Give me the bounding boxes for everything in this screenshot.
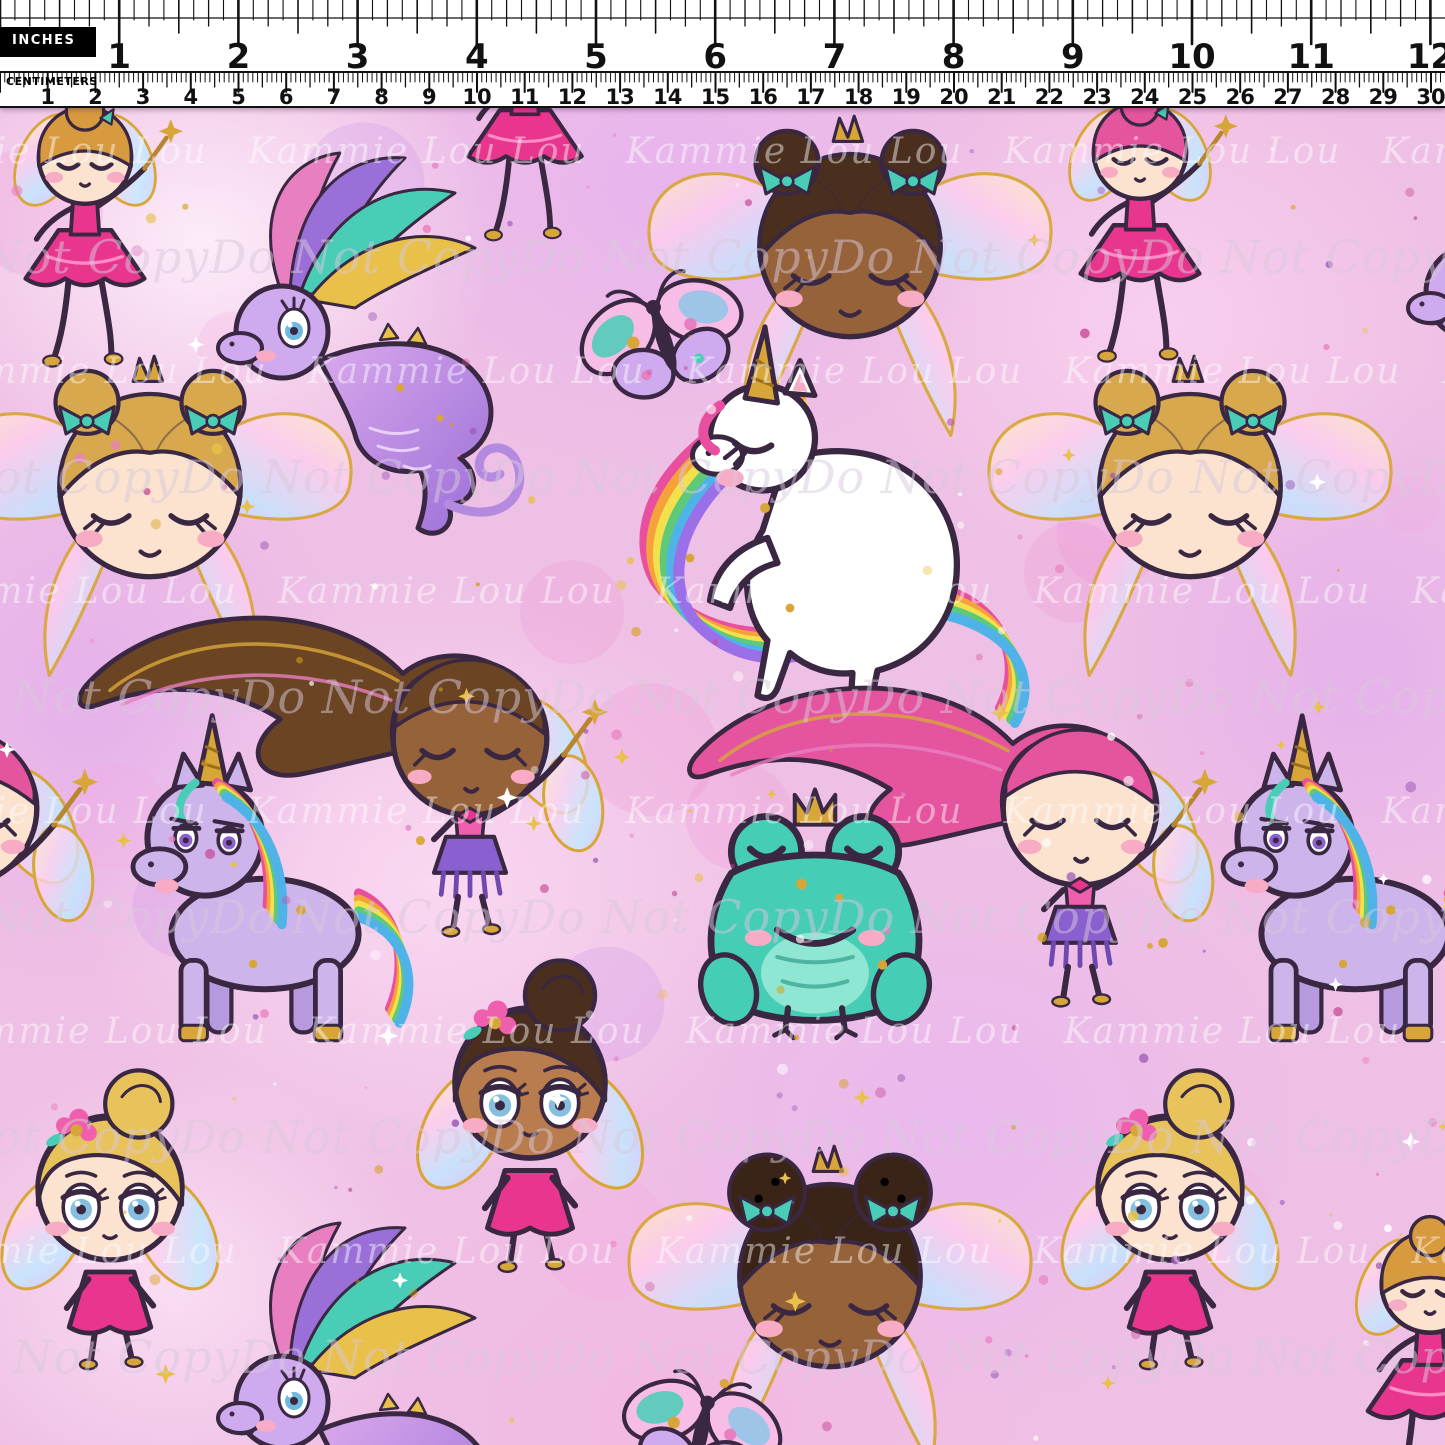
fabric-pattern: Kammie Lou Lou Kammie Lou Lou Kammie Lou… — [0, 108, 1445, 1445]
pony-unicorn-right-edge — [1223, 716, 1445, 1041]
svg-text:Do Not CopyDo Not CopyDo Not C: Do Not CopyDo Not CopyDo Not CopyDo Not … — [0, 450, 1445, 504]
svg-text:2: 2 — [88, 85, 103, 108]
svg-text:26: 26 — [1226, 85, 1255, 108]
svg-text:6: 6 — [279, 85, 294, 108]
svg-text:8: 8 — [374, 85, 389, 108]
svg-text:21: 21 — [987, 85, 1016, 108]
fairy-pink-flowing-hair-left-edge — [0, 688, 100, 1006]
svg-text:16: 16 — [749, 85, 778, 108]
svg-text:Kammie Lou Lou Kammie Lou Lou: Kammie Lou Lou Kammie Lou Lou Kammie Lou… — [0, 131, 1445, 172]
ruler: 1234567891011121234567891011121314151617… — [0, 0, 1445, 108]
svg-text:13: 13 — [605, 85, 634, 108]
svg-text:20: 20 — [939, 85, 968, 108]
svg-text:15: 15 — [701, 85, 730, 108]
svg-text:Do Not CopyDo Not CopyDo Not C: Do Not CopyDo Not CopyDo Not CopyDo Not … — [0, 1110, 1445, 1164]
svg-text:25: 25 — [1178, 85, 1207, 108]
svg-text:24: 24 — [1130, 85, 1159, 108]
svg-text:Do Not CopyDo Not CopyDo Not C: Do Not CopyDo Not CopyDo Not CopyDo Not … — [0, 230, 1445, 284]
svg-text:14: 14 — [653, 85, 682, 108]
fabric-swatch-photo: 1234567891011121234567891011121314151617… — [0, 0, 1445, 1445]
fairy-face-cream-right — [989, 356, 1391, 675]
svg-text:27: 27 — [1273, 85, 1302, 108]
svg-text:5: 5 — [231, 85, 246, 108]
ruler-inches-label: INCHES — [12, 33, 75, 48]
svg-text:9: 9 — [422, 85, 437, 108]
svg-text:28: 28 — [1321, 85, 1350, 108]
svg-text:4: 4 — [183, 85, 198, 108]
svg-text:29: 29 — [1369, 85, 1398, 108]
svg-text:22: 22 — [1035, 85, 1064, 108]
svg-text:Do Not CopyDo Not CopyDo Not C: Do Not CopyDo Not CopyDo Not CopyDo Not … — [0, 1330, 1445, 1384]
svg-text:10: 10 — [462, 85, 491, 108]
ruler-centimeters-label: CENTIMETERS — [6, 75, 98, 88]
svg-text:17: 17 — [796, 85, 825, 108]
svg-text:3: 3 — [136, 85, 151, 108]
svg-text:12: 12 — [558, 85, 587, 108]
svg-text:Do Not CopyDo Not CopyDo Not C: Do Not CopyDo Not CopyDo Not CopyDo Not … — [0, 670, 1445, 724]
ruler-scale: 1234567891011121234567891011121314151617… — [0, 0, 1445, 108]
svg-text:1: 1 — [40, 85, 55, 108]
svg-text:Do Not CopyDo Not CopyDo Not C: Do Not CopyDo Not CopyDo Not CopyDo Not … — [0, 890, 1445, 944]
pattern-artwork: Kammie Lou Lou Kammie Lou Lou Kammie Lou… — [0, 108, 1445, 1445]
svg-text:7: 7 — [327, 85, 342, 108]
svg-text:30: 30 — [1416, 85, 1445, 108]
svg-text:Kammie Lou Lou Kammie Lou Lou: Kammie Lou Lou Kammie Lou Lou Kammie Lou… — [0, 791, 1445, 832]
svg-text:11: 11 — [510, 85, 539, 108]
svg-text:18: 18 — [844, 85, 873, 108]
svg-text:Kammie Lou Lou Kammie Lou Lou: Kammie Lou Lou Kammie Lou Lou Kammie Lou… — [0, 351, 1445, 392]
svg-text:Kammie Lou Lou Kammie Lou Lou: Kammie Lou Lou Kammie Lou Lou Kammie Lou… — [0, 1011, 1445, 1052]
svg-text:Kammie Lou Lou Kammie Lou Lou: Kammie Lou Lou Kammie Lou Lou Kammie Lou… — [0, 571, 1445, 612]
svg-text:Kammie Lou Lou Kammie Lou Lou: Kammie Lou Lou Kammie Lou Lou Kammie Lou… — [0, 1231, 1445, 1272]
svg-text:19: 19 — [892, 85, 921, 108]
svg-text:23: 23 — [1082, 85, 1111, 108]
fairy-ballerina-top-center — [445, 108, 618, 240]
